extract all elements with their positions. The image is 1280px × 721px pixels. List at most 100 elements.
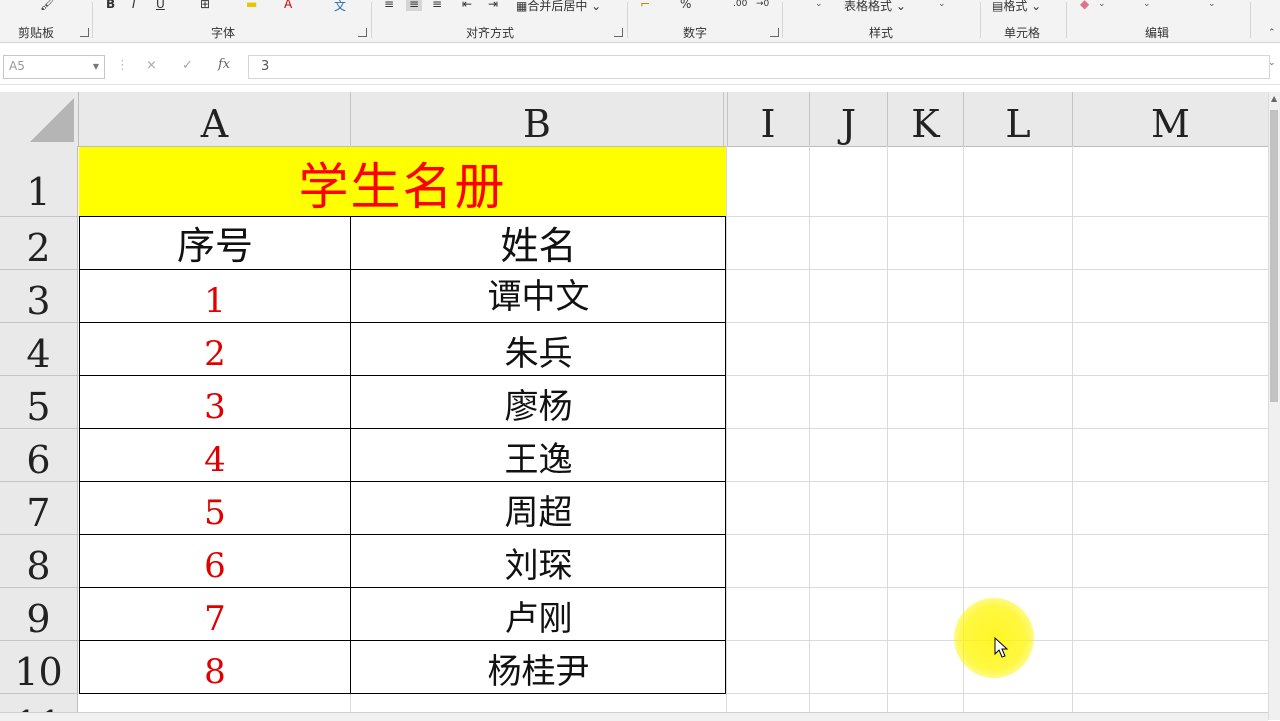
group-number: 数字 — [683, 26, 708, 40]
format-painter-icon[interactable]: 🖌 — [40, 0, 55, 11]
percent-icon[interactable]: % — [680, 0, 691, 11]
table-border — [79, 375, 726, 376]
header-name-cell[interactable]: 姓名 — [351, 217, 726, 270]
table-border — [79, 693, 726, 694]
format-label: 格式 — [1003, 0, 1028, 13]
number-launcher-icon[interactable] — [770, 28, 779, 37]
chevron-down-icon[interactable]: ▼ — [93, 62, 99, 71]
phonetic-icon[interactable]: 文 — [334, 0, 346, 14]
column-header-I[interactable]: I — [727, 92, 810, 146]
chevron-down-icon[interactable]: ⌄ — [938, 0, 946, 9]
format-button[interactable]: ▤格式 ⌄ — [992, 0, 1041, 14]
index-cell[interactable]: 3 — [79, 376, 351, 429]
currency-icon[interactable]: ⌐ — [640, 0, 650, 11]
column-header-J[interactable]: J — [810, 92, 888, 146]
name-cell[interactable]: 王逸 — [351, 429, 726, 482]
collapse-ribbon-icon[interactable]: ⌃ — [1268, 28, 1276, 38]
column-header-M[interactable]: M — [1073, 92, 1268, 146]
table-border — [725, 216, 726, 694]
index-cell[interactable]: 2 — [79, 323, 351, 376]
chevron-down-icon[interactable]: ⌄ — [1143, 0, 1151, 9]
divider — [627, 2, 628, 38]
name-cell[interactable]: 廖杨 — [351, 376, 726, 429]
column-header-B[interactable]: B — [351, 92, 724, 146]
table-border — [79, 216, 80, 694]
vertical-scroll-thumb[interactable] — [1270, 110, 1278, 402]
decrease-decimal-icon[interactable]: →0 — [756, 0, 769, 9]
name-cell[interactable]: 周超 — [351, 482, 726, 535]
border-icon[interactable]: ⊞ — [200, 0, 210, 11]
align-center-icon[interactable]: ≡ — [406, 0, 423, 11]
index-cell[interactable]: 4 — [79, 429, 351, 482]
title-cell[interactable]: 学生名册 — [79, 147, 726, 217]
column-header-K[interactable]: K — [888, 92, 964, 146]
row-header-10[interactable]: 10 — [0, 641, 78, 694]
merge-center-button[interactable]: ▦合并后居中 ⌄ — [516, 0, 601, 14]
column-header-L[interactable]: L — [964, 92, 1073, 146]
formula-input[interactable]: 3 — [248, 55, 1270, 79]
eraser-icon[interactable]: ◆ — [1080, 0, 1089, 11]
table-format-label: 表格格式 — [844, 0, 893, 13]
header-index-cell[interactable]: 序号 — [79, 217, 351, 270]
align-left-icon[interactable]: ≡ — [384, 0, 394, 11]
enter-icon[interactable]: ✓ — [182, 58, 193, 73]
alignment-launcher-icon[interactable] — [614, 28, 623, 37]
fill-color-icon[interactable]: ▬ — [246, 0, 257, 11]
gridline — [887, 146, 888, 720]
index-cell[interactable]: 7 — [79, 588, 351, 641]
expand-formula-icon[interactable]: ⌄ — [1268, 58, 1276, 68]
align-right-icon[interactable]: ≡ — [432, 0, 442, 11]
index-cell[interactable]: 5 — [79, 482, 351, 535]
more-icon: ⋮ — [116, 58, 129, 73]
underline-icon[interactable]: U — [156, 0, 165, 11]
row-header-7[interactable]: 7 — [0, 482, 78, 535]
row-header-6[interactable]: 6 — [0, 429, 78, 482]
group-styles: 样式 — [869, 26, 894, 40]
name-cell[interactable]: 卢刚 — [351, 588, 726, 641]
increase-indent-icon[interactable]: ⇥ — [488, 0, 498, 11]
name-box[interactable]: A5 ▼ — [3, 55, 105, 79]
table-border — [79, 587, 726, 588]
divider — [92, 2, 93, 38]
divider — [782, 2, 783, 38]
index-cell[interactable]: 8 — [79, 641, 351, 694]
chevron-down-icon[interactable]: ⌄ — [1098, 0, 1106, 9]
name-box-value: A5 — [9, 59, 25, 73]
table-format-button[interactable]: 表格格式 ⌄ — [844, 0, 906, 14]
increase-decimal-icon[interactable]: .00 — [733, 0, 747, 9]
divider — [980, 2, 981, 38]
row-header-2[interactable]: 2 — [0, 217, 78, 270]
gridline — [1072, 146, 1073, 720]
select-all-corner[interactable] — [0, 92, 79, 146]
insert-function-icon[interactable]: fx — [218, 57, 230, 72]
scroll-up-icon[interactable]: ▲ — [1271, 94, 1277, 103]
divider — [1066, 2, 1067, 38]
name-cell[interactable]: 杨桂尹 — [351, 641, 726, 694]
group-editing: 编辑 — [1145, 26, 1170, 40]
chevron-down-icon[interactable]: ⌄ — [1208, 0, 1216, 9]
name-cell[interactable]: 朱兵 — [351, 323, 726, 376]
table-border — [79, 322, 726, 323]
font-launcher-icon[interactable] — [358, 28, 367, 37]
decrease-indent-icon[interactable]: ⇤ — [462, 0, 472, 11]
name-cell[interactable]: 谭中文 — [351, 270, 726, 323]
clipboard-launcher-icon[interactable] — [80, 28, 89, 37]
row-header-1[interactable]: 1 — [0, 146, 78, 217]
format-cells-icon: ▤ — [992, 0, 1004, 13]
bold-icon[interactable]: B — [106, 0, 115, 11]
cancel-icon[interactable]: × — [146, 58, 157, 73]
italic-icon[interactable]: I — [132, 0, 136, 11]
index-cell[interactable]: 6 — [79, 535, 351, 588]
mouse-pointer-icon — [994, 637, 1009, 658]
row-header-5[interactable]: 5 — [0, 376, 78, 429]
row-header-9[interactable]: 9 — [0, 588, 78, 641]
row-header-3[interactable]: 3 — [0, 270, 78, 323]
row-header-8[interactable]: 8 — [0, 535, 78, 588]
formula-value: 3 — [261, 59, 270, 74]
chevron-down-icon[interactable]: ⌄ — [815, 0, 823, 9]
name-cell[interactable]: 刘琛 — [351, 535, 726, 588]
row-header-4[interactable]: 4 — [0, 323, 78, 376]
font-color-icon[interactable]: A — [284, 0, 292, 11]
column-header-A[interactable]: A — [79, 92, 351, 146]
index-cell[interactable]: 1 — [79, 270, 351, 323]
